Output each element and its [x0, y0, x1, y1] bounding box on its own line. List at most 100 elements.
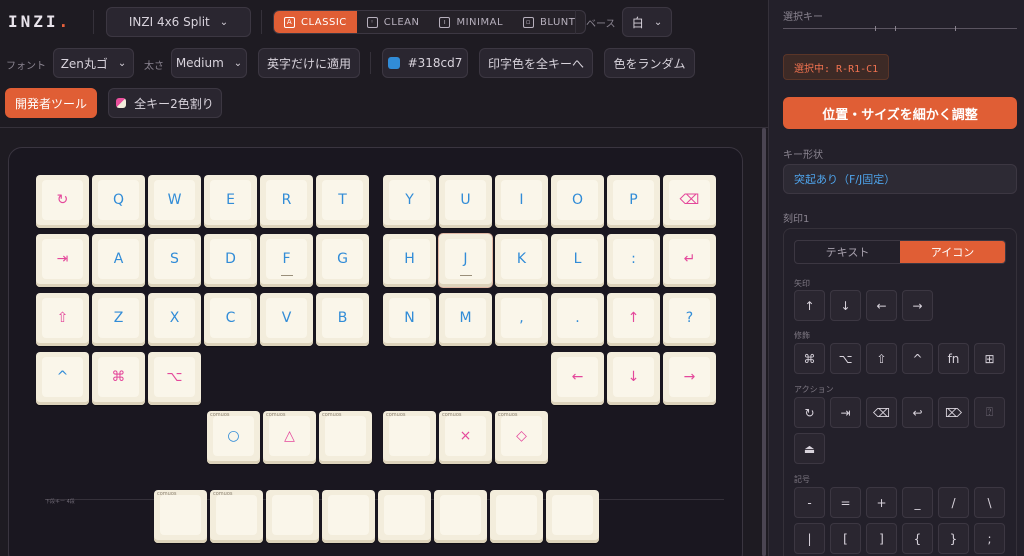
modifier-icon-button-3[interactable]: ^: [902, 343, 933, 374]
key-right-r1-c4[interactable]: :: [607, 234, 660, 287]
action-icon-button-0[interactable]: ↻: [794, 397, 825, 428]
key-right-r2-c1[interactable]: M: [439, 293, 492, 346]
symbol-button-r2-4[interactable]: }: [938, 523, 969, 554]
apply-latin-only-button[interactable]: 英字だけに適用: [258, 48, 360, 78]
key-left-r2-c3[interactable]: C: [204, 293, 257, 346]
symbol-button-1[interactable]: =: [830, 487, 861, 518]
thumb-right-0[interactable]: comuos: [383, 411, 436, 464]
action-icon-button-5[interactable]: ⍰: [974, 397, 1005, 428]
key-right-r3-c2[interactable]: →: [663, 352, 716, 405]
action-icon-button-2[interactable]: ⌫: [866, 397, 897, 428]
symbol-button-r2-2[interactable]: ]: [866, 523, 897, 554]
key-right-r2-c2[interactable]: ,: [495, 293, 548, 346]
key-left-r3-c2[interactable]: ⌥: [148, 352, 201, 405]
action-icon-button-1[interactable]: ⇥: [830, 397, 861, 428]
key-right-r0-c5[interactable]: ⌫: [663, 175, 716, 228]
modifier-icon-button-4[interactable]: fn: [938, 343, 969, 374]
style-minimal[interactable]: ı MINIMAL: [429, 11, 513, 33]
key-right-r2-c4[interactable]: ↑: [607, 293, 660, 346]
symbol-button-r2-1[interactable]: [: [830, 523, 861, 554]
bottom-row-key[interactable]: [266, 490, 319, 543]
key-right-r1-c2[interactable]: K: [495, 234, 548, 287]
action-icon-button-6[interactable]: ⏏: [794, 433, 825, 464]
bottom-row-key[interactable]: [546, 490, 599, 543]
modifier-icon-button-5[interactable]: ⊞: [974, 343, 1005, 374]
weight-select[interactable]: Medium ⌄: [171, 48, 247, 78]
random-color-button[interactable]: 色をランダム: [604, 48, 695, 78]
key-left-r1-c1[interactable]: A: [92, 234, 145, 287]
key-left-r1-c5[interactable]: G: [316, 234, 369, 287]
key-left-r0-c4[interactable]: R: [260, 175, 313, 228]
key-right-r2-c0[interactable]: N: [383, 293, 436, 346]
key-right-r1-c0[interactable]: H: [383, 234, 436, 287]
bottom-row-key[interactable]: comuos: [154, 490, 207, 543]
style-classic[interactable]: A CLASSIC: [274, 11, 357, 33]
canvas-scrollbar[interactable]: [762, 128, 766, 556]
symbol-button-r2-3[interactable]: {: [902, 523, 933, 554]
key-left-r1-c0[interactable]: ⇥: [36, 234, 89, 287]
bottom-row-key[interactable]: comuos: [210, 490, 263, 543]
style-clean[interactable]: ◦ CLEAN: [357, 11, 430, 33]
thumb-left-2[interactable]: comuos: [319, 411, 372, 464]
symbol-button-5[interactable]: \: [974, 487, 1005, 518]
symbol-button-4[interactable]: /: [938, 487, 969, 518]
font-select[interactable]: Zen丸ゴ ⌄: [53, 48, 134, 78]
modifier-icon-button-0[interactable]: ⌘: [794, 343, 825, 374]
key-left-r0-c2[interactable]: W: [148, 175, 201, 228]
key-right-r0-c3[interactable]: O: [551, 175, 604, 228]
thumb-right-2[interactable]: comuos ◇: [495, 411, 548, 464]
adjust-position-size-button[interactable]: 位置・サイズを細かく調整: [783, 97, 1017, 129]
key-left-r1-c3[interactable]: D: [204, 234, 257, 287]
tab-icon[interactable]: アイコン: [900, 241, 1005, 263]
key-left-r2-c4[interactable]: V: [260, 293, 313, 346]
symbol-button-0[interactable]: -: [794, 487, 825, 518]
key-right-r0-c1[interactable]: U: [439, 175, 492, 228]
dev-tools-button[interactable]: 開発者ツール: [5, 88, 97, 118]
key-left-r2-c5[interactable]: B: [316, 293, 369, 346]
key-right-r1-c1[interactable]: J: [439, 234, 492, 287]
bottom-row-key[interactable]: [378, 490, 431, 543]
two-color-split-button[interactable]: 全キー2色割り: [108, 88, 222, 118]
thumb-left-1[interactable]: comuos △: [263, 411, 316, 464]
thumb-left-0[interactable]: comuos ○: [207, 411, 260, 464]
color-picker[interactable]: #318cd7: [382, 48, 468, 78]
arrow-icon-button-3[interactable]: →: [902, 290, 933, 321]
arrow-icon-button-1[interactable]: ↓: [830, 290, 861, 321]
action-icon-button-4[interactable]: ⌦: [938, 397, 969, 428]
bottom-row-key[interactable]: [434, 490, 487, 543]
key-left-r0-c3[interactable]: E: [204, 175, 257, 228]
key-shape-select[interactable]: 突起あり（F/J固定）: [783, 164, 1017, 194]
key-left-r0-c5[interactable]: T: [316, 175, 369, 228]
arrow-icon-button-0[interactable]: ↑: [794, 290, 825, 321]
key-left-r2-c1[interactable]: Z: [92, 293, 145, 346]
modifier-icon-button-2[interactable]: ⇧: [866, 343, 897, 374]
key-right-r0-c4[interactable]: P: [607, 175, 660, 228]
base-select[interactable]: 白 ⌄: [622, 7, 672, 37]
apply-color-all-button[interactable]: 印字色を全キーへ: [479, 48, 593, 78]
symbol-button-3[interactable]: _: [902, 487, 933, 518]
key-left-r1-c4[interactable]: F: [260, 234, 313, 287]
arrow-icon-button-2[interactable]: ←: [866, 290, 897, 321]
tab-text[interactable]: テキスト: [795, 241, 900, 263]
key-left-r0-c0[interactable]: ↻: [36, 175, 89, 228]
key-right-r3-c0[interactable]: ←: [551, 352, 604, 405]
key-right-r2-c3[interactable]: .: [551, 293, 604, 346]
key-right-r3-c1[interactable]: ↓: [607, 352, 660, 405]
key-right-r1-c3[interactable]: L: [551, 234, 604, 287]
key-left-r0-c1[interactable]: Q: [92, 175, 145, 228]
key-left-r2-c2[interactable]: X: [148, 293, 201, 346]
key-right-r2-c5[interactable]: ?: [663, 293, 716, 346]
bottom-row-key[interactable]: [490, 490, 543, 543]
key-left-r3-c1[interactable]: ⌘: [92, 352, 145, 405]
key-left-r1-c2[interactable]: S: [148, 234, 201, 287]
bottom-row-key[interactable]: [322, 490, 375, 543]
layout-select[interactable]: INZI 4x6 Split ⌄: [106, 7, 251, 37]
key-left-r2-c0[interactable]: ⇧: [36, 293, 89, 346]
symbol-button-2[interactable]: +: [866, 487, 897, 518]
key-right-r0-c2[interactable]: I: [495, 175, 548, 228]
modifier-icon-button-1[interactable]: ⌥: [830, 343, 861, 374]
thumb-right-1[interactable]: comuos ×: [439, 411, 492, 464]
action-icon-button-3[interactable]: ↩: [902, 397, 933, 428]
symbol-button-r2-0[interactable]: |: [794, 523, 825, 554]
symbol-button-r2-5[interactable]: ;: [974, 523, 1005, 554]
